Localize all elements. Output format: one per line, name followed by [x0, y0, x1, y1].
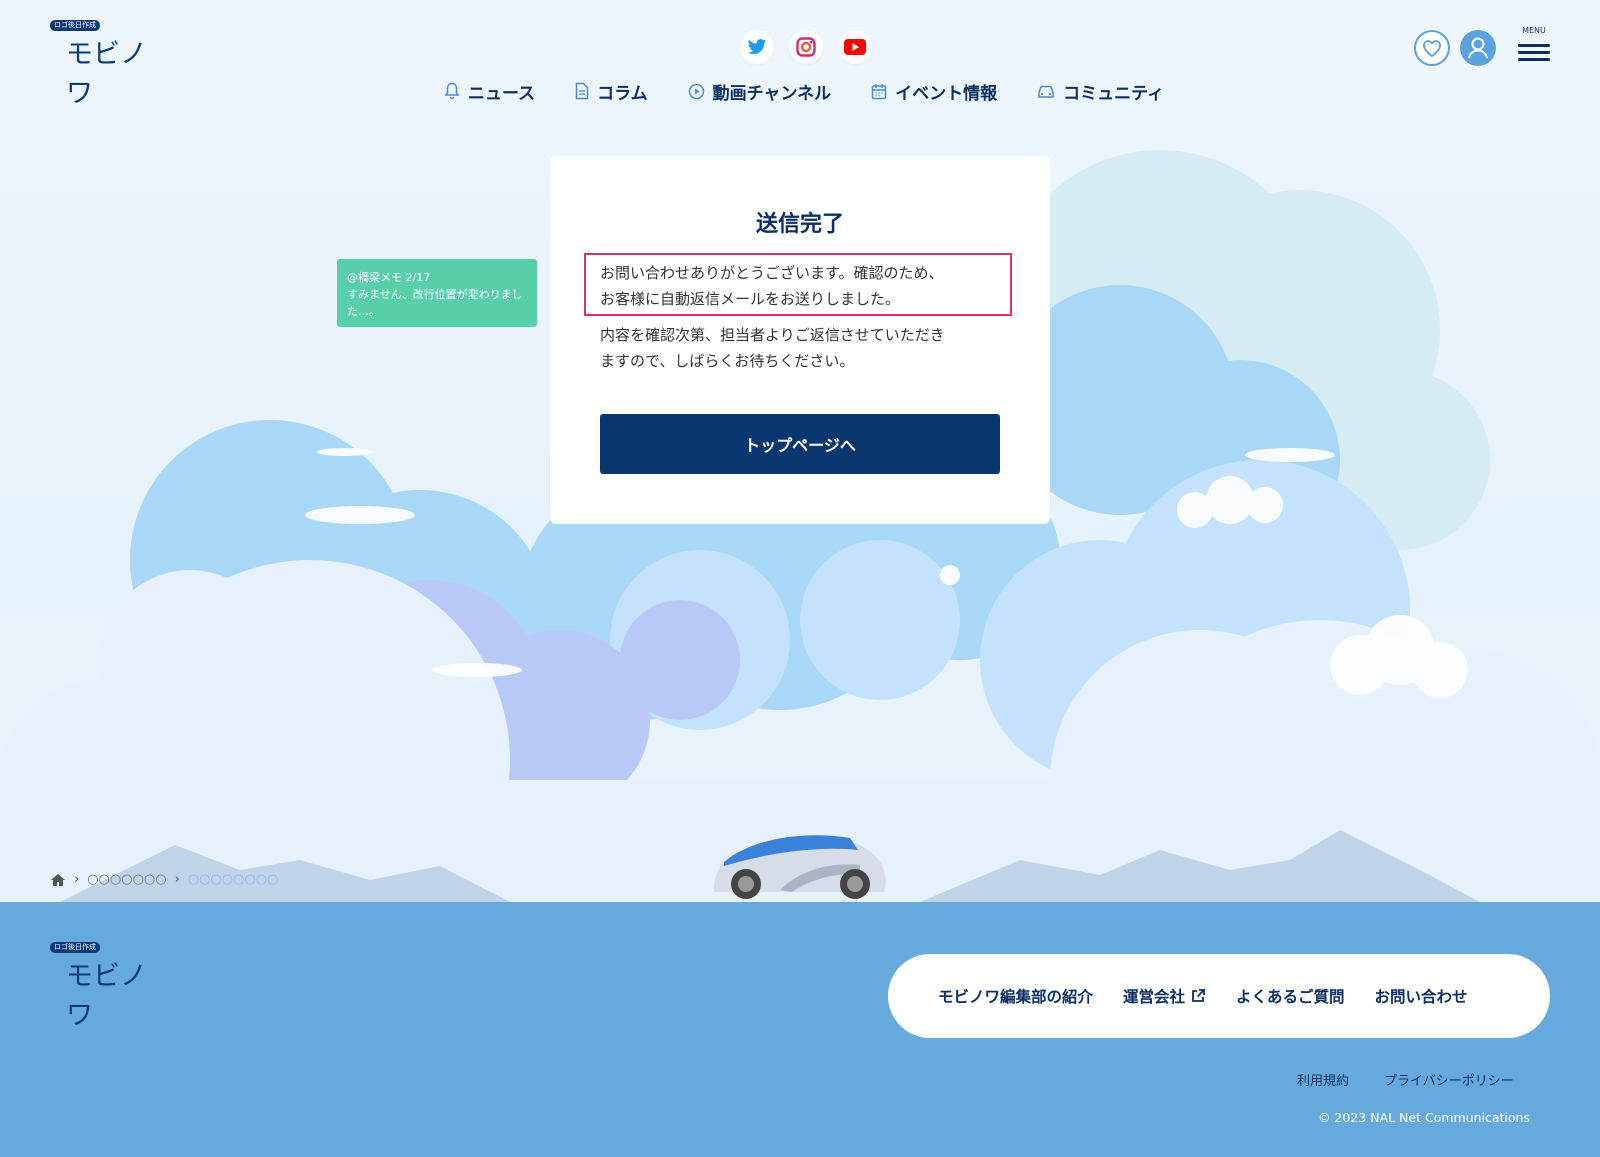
logo-text: モビノワ — [66, 961, 147, 1031]
youtube-icon — [844, 39, 866, 55]
document-icon — [575, 82, 589, 100]
note-text: すみません、改行位置が変わりました…。 — [347, 288, 523, 318]
page-title: 送信完了 — [755, 212, 844, 237]
footer-link-faq[interactable]: よくあるご質問 — [1236, 985, 1345, 1007]
calendar-icon — [871, 83, 887, 99]
logo-tag: ロゴ後日作成 — [50, 942, 100, 953]
message-line: お客様に自動返信メールをお送りしました。 — [600, 290, 901, 308]
play-icon — [688, 83, 704, 99]
bell-icon — [444, 82, 460, 100]
twitter-link[interactable] — [740, 30, 774, 64]
user-account-button[interactable] — [1460, 30, 1496, 66]
note-author: @橋梁メモ 2/17 — [347, 271, 431, 284]
message-line: お問い合わせありがとうございます。確認のため、 — [600, 264, 944, 282]
completion-card: 送信完了 お問い合わせありがとうございます。確認のため、 お客様に自動返信メール… — [550, 156, 1050, 524]
footer-link-label: 運営会社 — [1123, 988, 1186, 1006]
nav-community[interactable]: コミュニティ — [1037, 78, 1164, 104]
nav-news[interactable]: ニュース — [444, 78, 535, 104]
heart-icon — [1423, 40, 1441, 58]
nav-column[interactable]: コラム — [575, 78, 648, 104]
external-link-icon — [1192, 989, 1205, 1002]
footer-link-company[interactable]: 運営会社 — [1123, 985, 1206, 1007]
nav-label: イベント情報 — [895, 83, 998, 104]
footer-link-contact[interactable]: お問い合わせ — [1375, 985, 1468, 1007]
site-logo[interactable]: ロゴ後日作成 モビノワ — [50, 20, 160, 109]
main-nav: ニュース コラム 動画チャンネル イベント情報 コミュニティ — [444, 78, 1204, 104]
instagram-icon — [796, 37, 816, 57]
logo-tag: ロゴ後日作成 — [50, 20, 100, 31]
breadcrumb-current: ○○○○○○○○ — [187, 872, 279, 887]
review-note[interactable]: @橋梁メモ 2/17 すみません、改行位置が変わりました…。 — [337, 259, 537, 327]
privacy-link[interactable]: プライバシーポリシー — [1384, 1070, 1514, 1089]
footer-link-editorial[interactable]: モビノワ編集部の紹介 — [938, 985, 1093, 1007]
footer-links: モビノワ編集部の紹介 運営会社 よくあるご質問 お問い合わせ — [888, 954, 1550, 1038]
menu-label: MENU — [1522, 26, 1546, 35]
top-page-button[interactable]: トップページへ — [600, 414, 1000, 474]
copyright: © 2023 NAL Net Communications — [1317, 1110, 1530, 1125]
home-icon[interactable] — [50, 873, 66, 887]
youtube-link[interactable] — [838, 30, 872, 64]
nav-events[interactable]: イベント情報 — [871, 78, 997, 104]
nav-label: コラム — [597, 83, 648, 104]
site-footer: ロゴ後日作成 モビノワ モビノワ編集部の紹介 運営会社 よくあるご質問 お問い合… — [0, 902, 1600, 1157]
message-line: 内容を確認次第、担当者よりご返信させていただき — [600, 326, 945, 344]
chevron-right-icon: › — [174, 872, 180, 887]
car-icon — [1038, 85, 1054, 98]
hero-section: ロゴ後日作成 モビノワ ニュース コラム 動画チャンネル イベント情報 コミュニ… — [0, 0, 1600, 902]
nav-label: ニュース — [468, 83, 536, 104]
nav-label: コミュニティ — [1063, 83, 1165, 104]
breadcrumb-item[interactable]: ○○○○○○○ — [87, 872, 166, 887]
twitter-icon — [747, 39, 767, 54]
nav-label: 動画チャンネル — [712, 83, 832, 104]
message-line: ますので、しばらくお待ちください。 — [600, 352, 855, 370]
nav-video-channel[interactable]: 動画チャンネル — [688, 78, 832, 104]
user-icon — [1468, 37, 1488, 59]
menu-button[interactable]: MENU — [1516, 26, 1552, 66]
favorites-button[interactable] — [1414, 30, 1450, 66]
hamburger-icon — [1518, 44, 1550, 47]
chevron-right-icon: › — [74, 872, 80, 887]
terms-link[interactable]: 利用規約 — [1297, 1070, 1349, 1089]
logo-text: モビノワ — [66, 39, 147, 109]
footer-logo[interactable]: ロゴ後日作成 モビノワ — [50, 942, 160, 1031]
breadcrumb: › ○○○○○○○ › ○○○○○○○○ — [50, 872, 279, 887]
instagram-link[interactable] — [789, 30, 823, 64]
